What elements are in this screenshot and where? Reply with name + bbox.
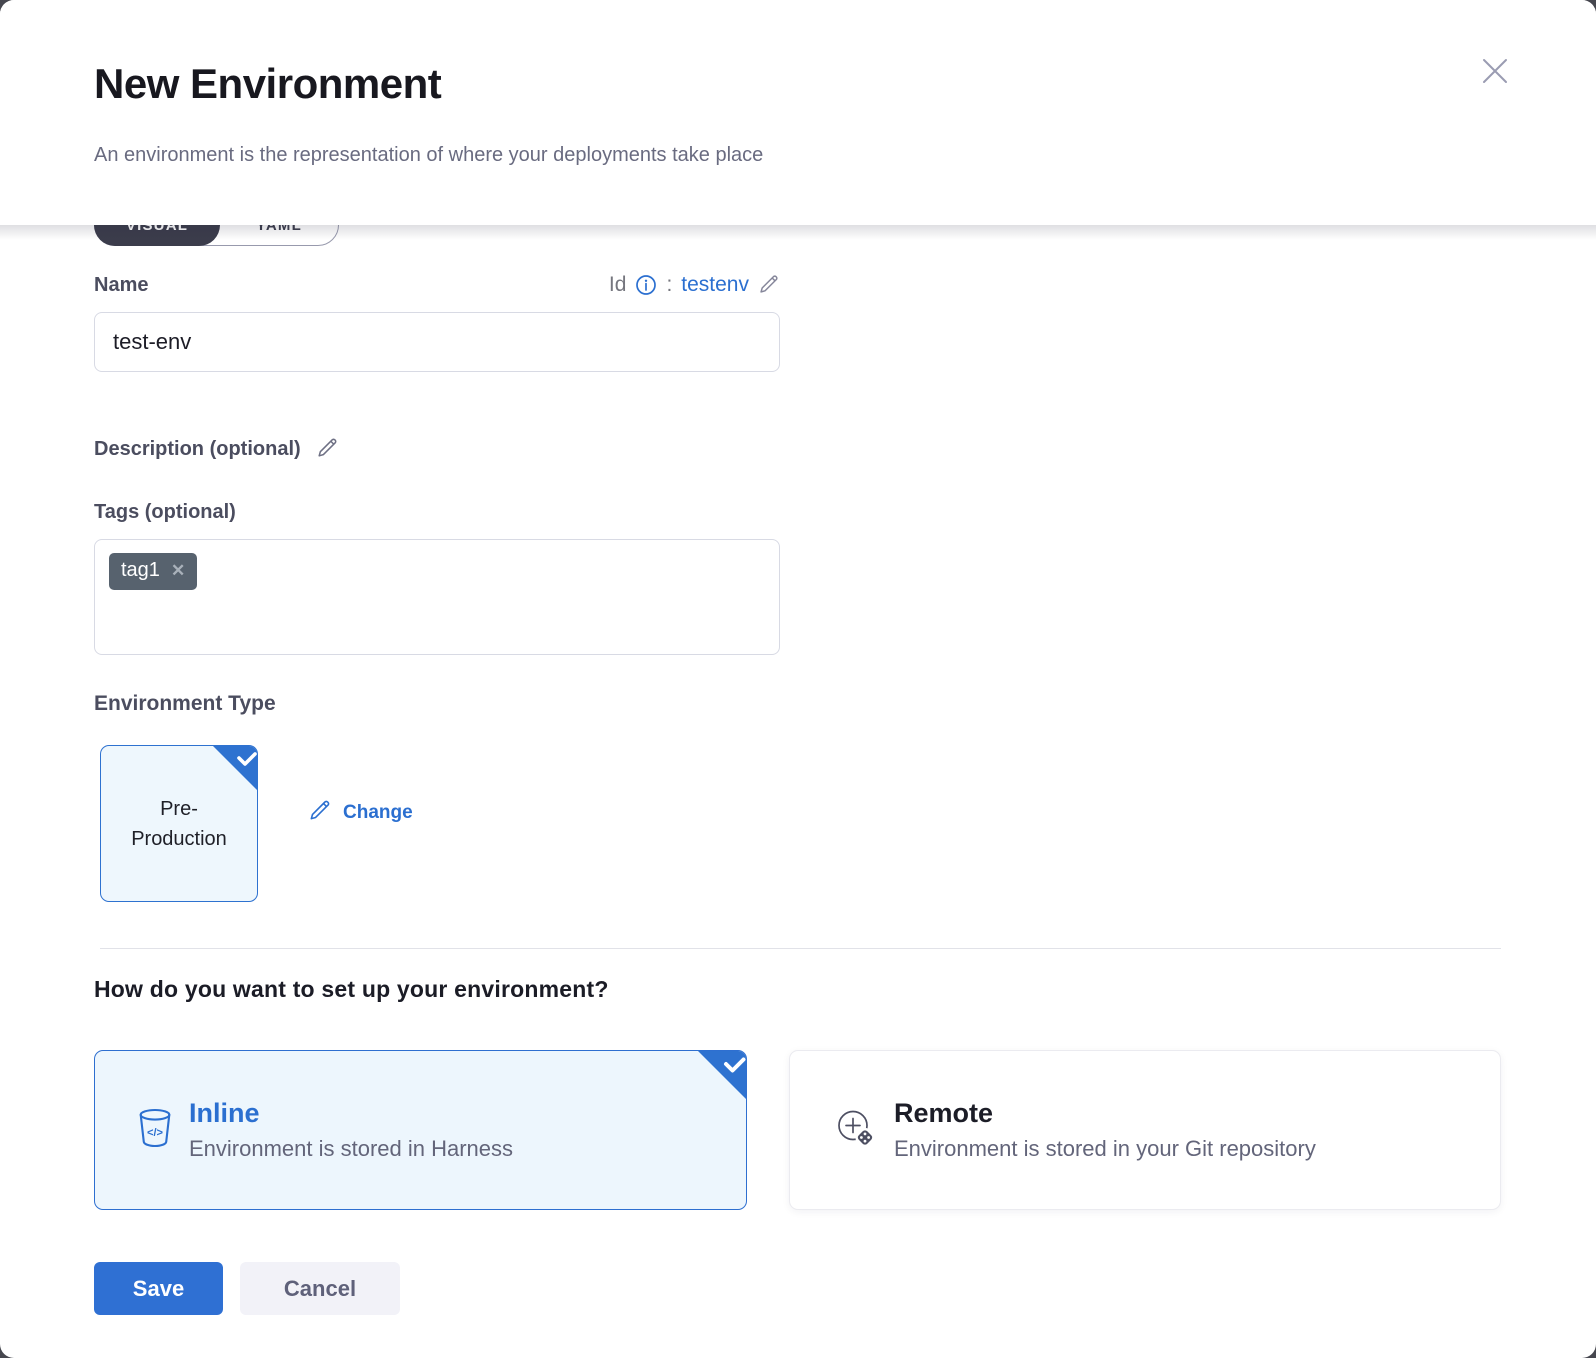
pencil-icon [758,273,780,298]
change-environment-type-button[interactable]: Change [302,797,419,829]
edit-description-button[interactable] [316,436,339,462]
tag-chip: tag1 ✕ [109,553,197,590]
selected-check-corner [212,745,258,800]
entity-id-row: Id : testenv [609,273,780,298]
id-value[interactable]: testenv [681,273,749,297]
name-label: Name [94,274,148,297]
id-info-icon[interactable] [635,274,657,296]
edit-id-button[interactable] [758,273,780,298]
store-option-remote[interactable]: Remote Environment is stored in your Git… [789,1050,1501,1210]
remote-git-icon [832,1105,878,1156]
close-icon [1476,78,1514,93]
option-text: Remote Environment is stored in your Git… [894,1098,1316,1161]
close-button[interactable] [1476,52,1514,90]
option-text: Inline Environment is stored in Harness [189,1098,513,1161]
id-label: Id [609,273,627,297]
save-button[interactable]: Save [94,1262,223,1315]
footer-actions: Save Cancel [94,1262,1501,1315]
new-environment-dialog: New Environment An environment is the re… [0,0,1596,1358]
remove-tag-button[interactable]: ✕ [171,562,185,579]
environment-type-row: Pre-Production Change [94,745,1501,902]
tags-label: Tags (optional) [94,501,1501,527]
environment-type-label: Environment Type [94,692,1501,718]
cancel-button[interactable]: Cancel [240,1262,400,1315]
name-input[interactable] [94,312,780,372]
name-id-row: Name Id : testenv [94,272,780,298]
store-option-cards: </> Inline Environment is stored in Harn… [94,1050,1501,1210]
dialog-subtitle: An environment is the representation of … [94,144,763,167]
option-description: Environment is stored in your Git reposi… [894,1136,1316,1162]
environment-type-card-label: Pre-Production [115,794,243,854]
description-label: Description (optional) [94,438,301,461]
dialog-header: New Environment An environment is the re… [0,0,1596,225]
description-row: Description (optional) [94,436,1501,462]
id-separator: : [666,273,672,297]
change-link-label: Change [343,802,413,824]
pencil-icon [316,436,339,462]
option-title: Remote [894,1098,1316,1129]
svg-text:</>: </> [147,1126,164,1138]
section-divider [100,948,1501,949]
pencil-icon [308,798,332,828]
page-title: New Environment [94,60,441,108]
option-description: Environment is stored in Harness [189,1136,513,1162]
setup-heading: How do you want to set up your environme… [94,976,1501,1003]
inline-store-icon: </> [137,1107,173,1154]
store-option-inline[interactable]: </> Inline Environment is stored in Harn… [94,1050,747,1210]
tags-input[interactable]: tag1 ✕ [94,539,780,655]
selected-check-corner [697,1050,747,1105]
tag-chip-label: tag1 [121,559,160,582]
option-title: Inline [189,1098,513,1129]
environment-type-card-pre-production[interactable]: Pre-Production [100,745,258,902]
